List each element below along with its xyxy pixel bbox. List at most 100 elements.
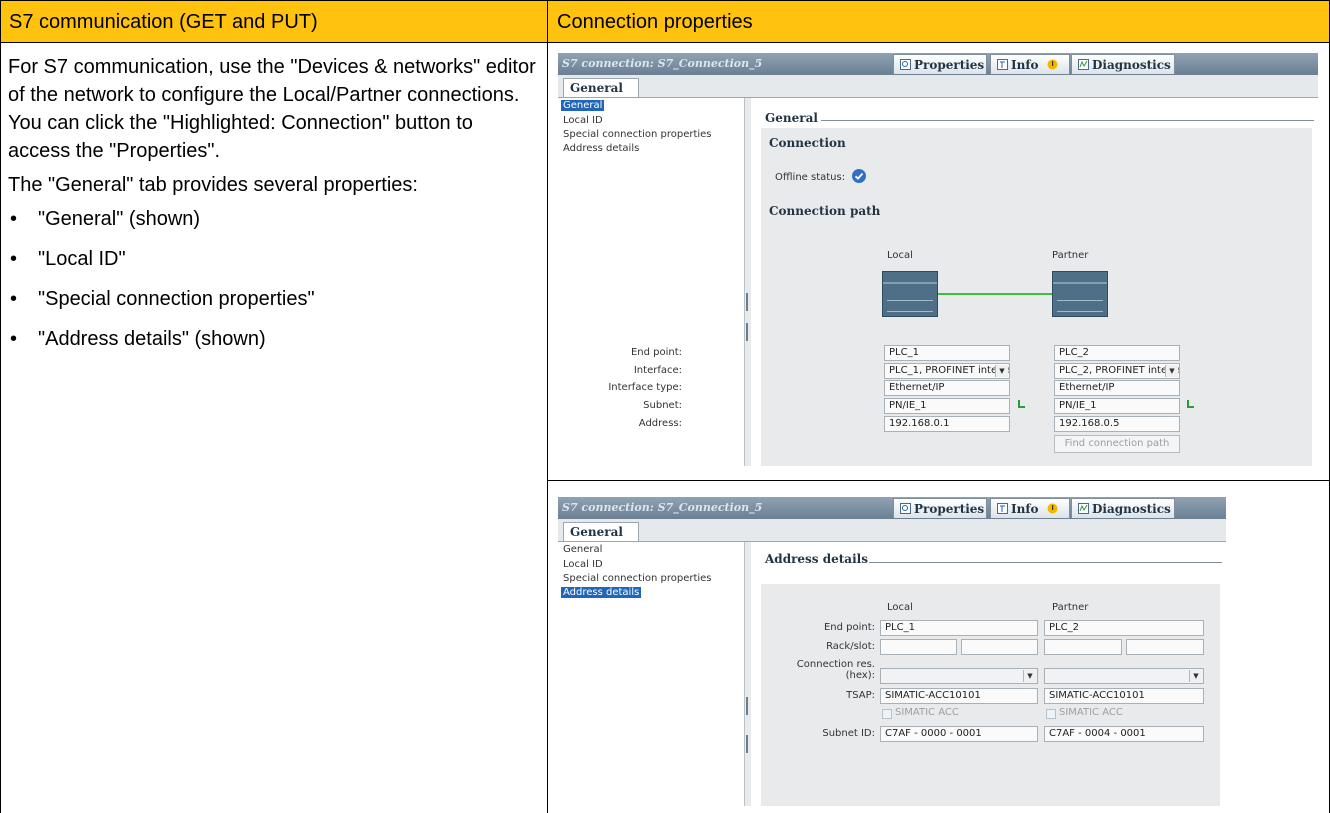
nav-item-local-id[interactable]: Local ID — [561, 559, 605, 570]
list-item: • "Address details" (shown) — [10, 328, 266, 350]
tab-general[interactable]: General — [563, 522, 639, 541]
nav-item-general[interactable]: General — [561, 100, 605, 111]
properties-content: General Connection Offline status: Conne… — [608, 98, 1318, 466]
partner-plc-device[interactable] — [1052, 271, 1108, 317]
partner-tsap-field[interactable]: SIMATIC-ACC10101 — [1044, 688, 1204, 704]
interface-label: Interface: — [633, 365, 682, 376]
properties-icon — [900, 59, 911, 70]
tab-diagnostics[interactable]: Diagnostics — [1071, 54, 1175, 74]
table-border-left — [0, 0, 1, 813]
connection-res-hex-label: (hex): — [845, 670, 875, 681]
network-plug-icon — [1018, 400, 1025, 408]
partner-connection-res-select[interactable]: ▼ — [1044, 668, 1204, 684]
info-icon — [997, 503, 1008, 514]
nav-item-address-details[interactable]: Address details — [561, 587, 642, 598]
partner-subnet-field[interactable]: PN/IE_1 — [1054, 398, 1180, 414]
info-badge-icon — [1047, 59, 1058, 70]
end-point-label: End point: — [630, 347, 682, 358]
intro-paragraph: For S7 communication, use the "Devices &… — [8, 56, 536, 162]
chevron-down-icon[interactable]: ▼ — [1023, 670, 1036, 682]
partner-subnet-id-field[interactable]: C7AF - 0004 - 0001 — [1044, 726, 1204, 742]
address-label: Address: — [638, 418, 682, 429]
section-title-address-details: Address details — [765, 552, 868, 566]
subnet-label: Subnet: — [643, 400, 682, 411]
local-rack-field[interactable] — [880, 639, 957, 655]
rack-slot-label: Rack/slot: — [826, 641, 875, 652]
info-icon — [997, 59, 1008, 70]
partner-interface-type-field[interactable]: Ethernet/IP — [1054, 380, 1180, 396]
property-nav: General Local ID Special connection prop… — [558, 542, 744, 806]
partner-slot-field[interactable] — [1126, 639, 1204, 655]
panel-title: S7 connection: S7_Connection_5 — [562, 501, 763, 514]
diagnostics-icon — [1078, 59, 1089, 70]
connection-res-label: Connection res. — [796, 659, 875, 670]
nav-item-general[interactable]: General — [561, 544, 604, 555]
local-interface-type-field[interactable]: Ethernet/IP — [884, 380, 1010, 396]
local-slot-field[interactable] — [961, 639, 1038, 655]
local-label: Local — [887, 602, 913, 613]
table-column-divider — [547, 0, 548, 813]
partner-end-point-field[interactable]: PLC_2 — [1044, 620, 1204, 636]
subnet-id-label: Subnet ID: — [822, 728, 875, 739]
list-item: • "Local ID" — [10, 248, 126, 270]
tab-info[interactable]: Info — [990, 498, 1070, 518]
local-simatic-acc-label: SIMATIC ACC — [895, 707, 959, 718]
section-rule — [821, 120, 1314, 121]
local-plc-device[interactable] — [882, 271, 938, 317]
chevron-down-icon[interactable]: ▼ — [1165, 365, 1178, 377]
col2-header: Connection properties — [557, 11, 753, 33]
local-address-field[interactable]: 192.168.0.1 — [884, 416, 1010, 432]
nav-item-special-connection-properties[interactable]: Special connection properties — [561, 129, 714, 140]
col1-header: S7 communication (GET and PUT) — [9, 11, 318, 33]
local-tsap-field[interactable]: SIMATIC-ACC10101 — [880, 688, 1038, 704]
row-divider-right — [547, 480, 1330, 481]
nav-item-special-connection-properties[interactable]: Special connection properties — [561, 573, 714, 584]
connection-heading: Connection — [769, 136, 846, 150]
tab-general[interactable]: General — [563, 78, 639, 97]
status-ok-icon — [852, 169, 866, 183]
nav-item-address-details[interactable]: Address details — [561, 143, 641, 154]
local-interface-select[interactable]: PLC_1, PROFINET interfa ▼ — [884, 363, 1010, 379]
local-end-point-field[interactable]: PLC_1 — [880, 620, 1038, 636]
partner-rack-field[interactable] — [1044, 639, 1122, 655]
partner-interface-select[interactable]: PLC_2, PROFINET interfa ▼ — [1054, 363, 1180, 379]
chevron-down-icon[interactable]: ▼ — [1189, 670, 1202, 682]
tab-properties[interactable]: Properties — [893, 54, 987, 74]
find-connection-path-button[interactable]: Find connection path — [1054, 435, 1180, 453]
local-connection-res-select[interactable]: ▼ — [880, 668, 1038, 684]
nav-item-local-id[interactable]: Local ID — [561, 115, 605, 126]
local-end-point-field[interactable]: PLC_1 — [884, 345, 1010, 361]
section-tab-bar: General — [558, 75, 1318, 98]
partner-label: Partner — [1052, 602, 1089, 613]
splitter-grip — [746, 323, 748, 341]
local-subnet-field[interactable]: PN/IE_1 — [884, 398, 1010, 414]
section-tab-bar: General — [558, 519, 1226, 542]
tab-properties[interactable]: Properties — [893, 498, 987, 518]
tab-info[interactable]: Info — [990, 54, 1070, 74]
address-details-content: Address details Local Partner End point:… — [751, 542, 1226, 806]
partner-address-field[interactable]: 192.168.0.5 — [1054, 416, 1180, 432]
diagnostics-icon — [1078, 503, 1089, 514]
offline-status-label: Offline status: — [775, 172, 846, 183]
panel-title-bar: S7 connection: S7_Connection_5 Propertie… — [558, 497, 1226, 519]
tsap-label: TSAP: — [846, 690, 875, 701]
connection-path-heading: Connection path — [769, 204, 881, 218]
splitter-grip — [746, 697, 748, 715]
local-subnet-id-field[interactable]: C7AF - 0000 - 0001 — [880, 726, 1038, 742]
local-simatic-acc-checkbox[interactable] — [882, 709, 892, 719]
local-label: Local — [887, 250, 913, 261]
address-details-group: Local Partner End point: Rack/slot: Conn… — [761, 584, 1220, 806]
general-group: Connection Offline status: Connection pa… — [608, 128, 1312, 466]
property-list: • "General" (shown) • "Local ID" • "Special… — [8, 205, 536, 365]
list-item: • "Special connection properties" — [10, 288, 315, 310]
properties-panel-address-details: S7 connection: S7_Connection_5 Propertie… — [558, 497, 1226, 806]
properties-panel-general: S7 connection: S7_Connection_5 Propertie… — [558, 53, 1318, 466]
tab-diagnostics[interactable]: Diagnostics — [1071, 498, 1175, 518]
network-plug-icon — [1187, 400, 1194, 408]
partner-simatic-acc-checkbox[interactable] — [1046, 709, 1056, 719]
chevron-down-icon[interactable]: ▼ — [995, 365, 1008, 377]
panel-title: S7 connection: S7_Connection_5 — [562, 57, 763, 70]
section-title-general: General — [765, 111, 818, 125]
panel-title-bar: S7 connection: S7_Connection_5 Propertie… — [558, 53, 1318, 75]
partner-end-point-field[interactable]: PLC_2 — [1054, 345, 1180, 361]
